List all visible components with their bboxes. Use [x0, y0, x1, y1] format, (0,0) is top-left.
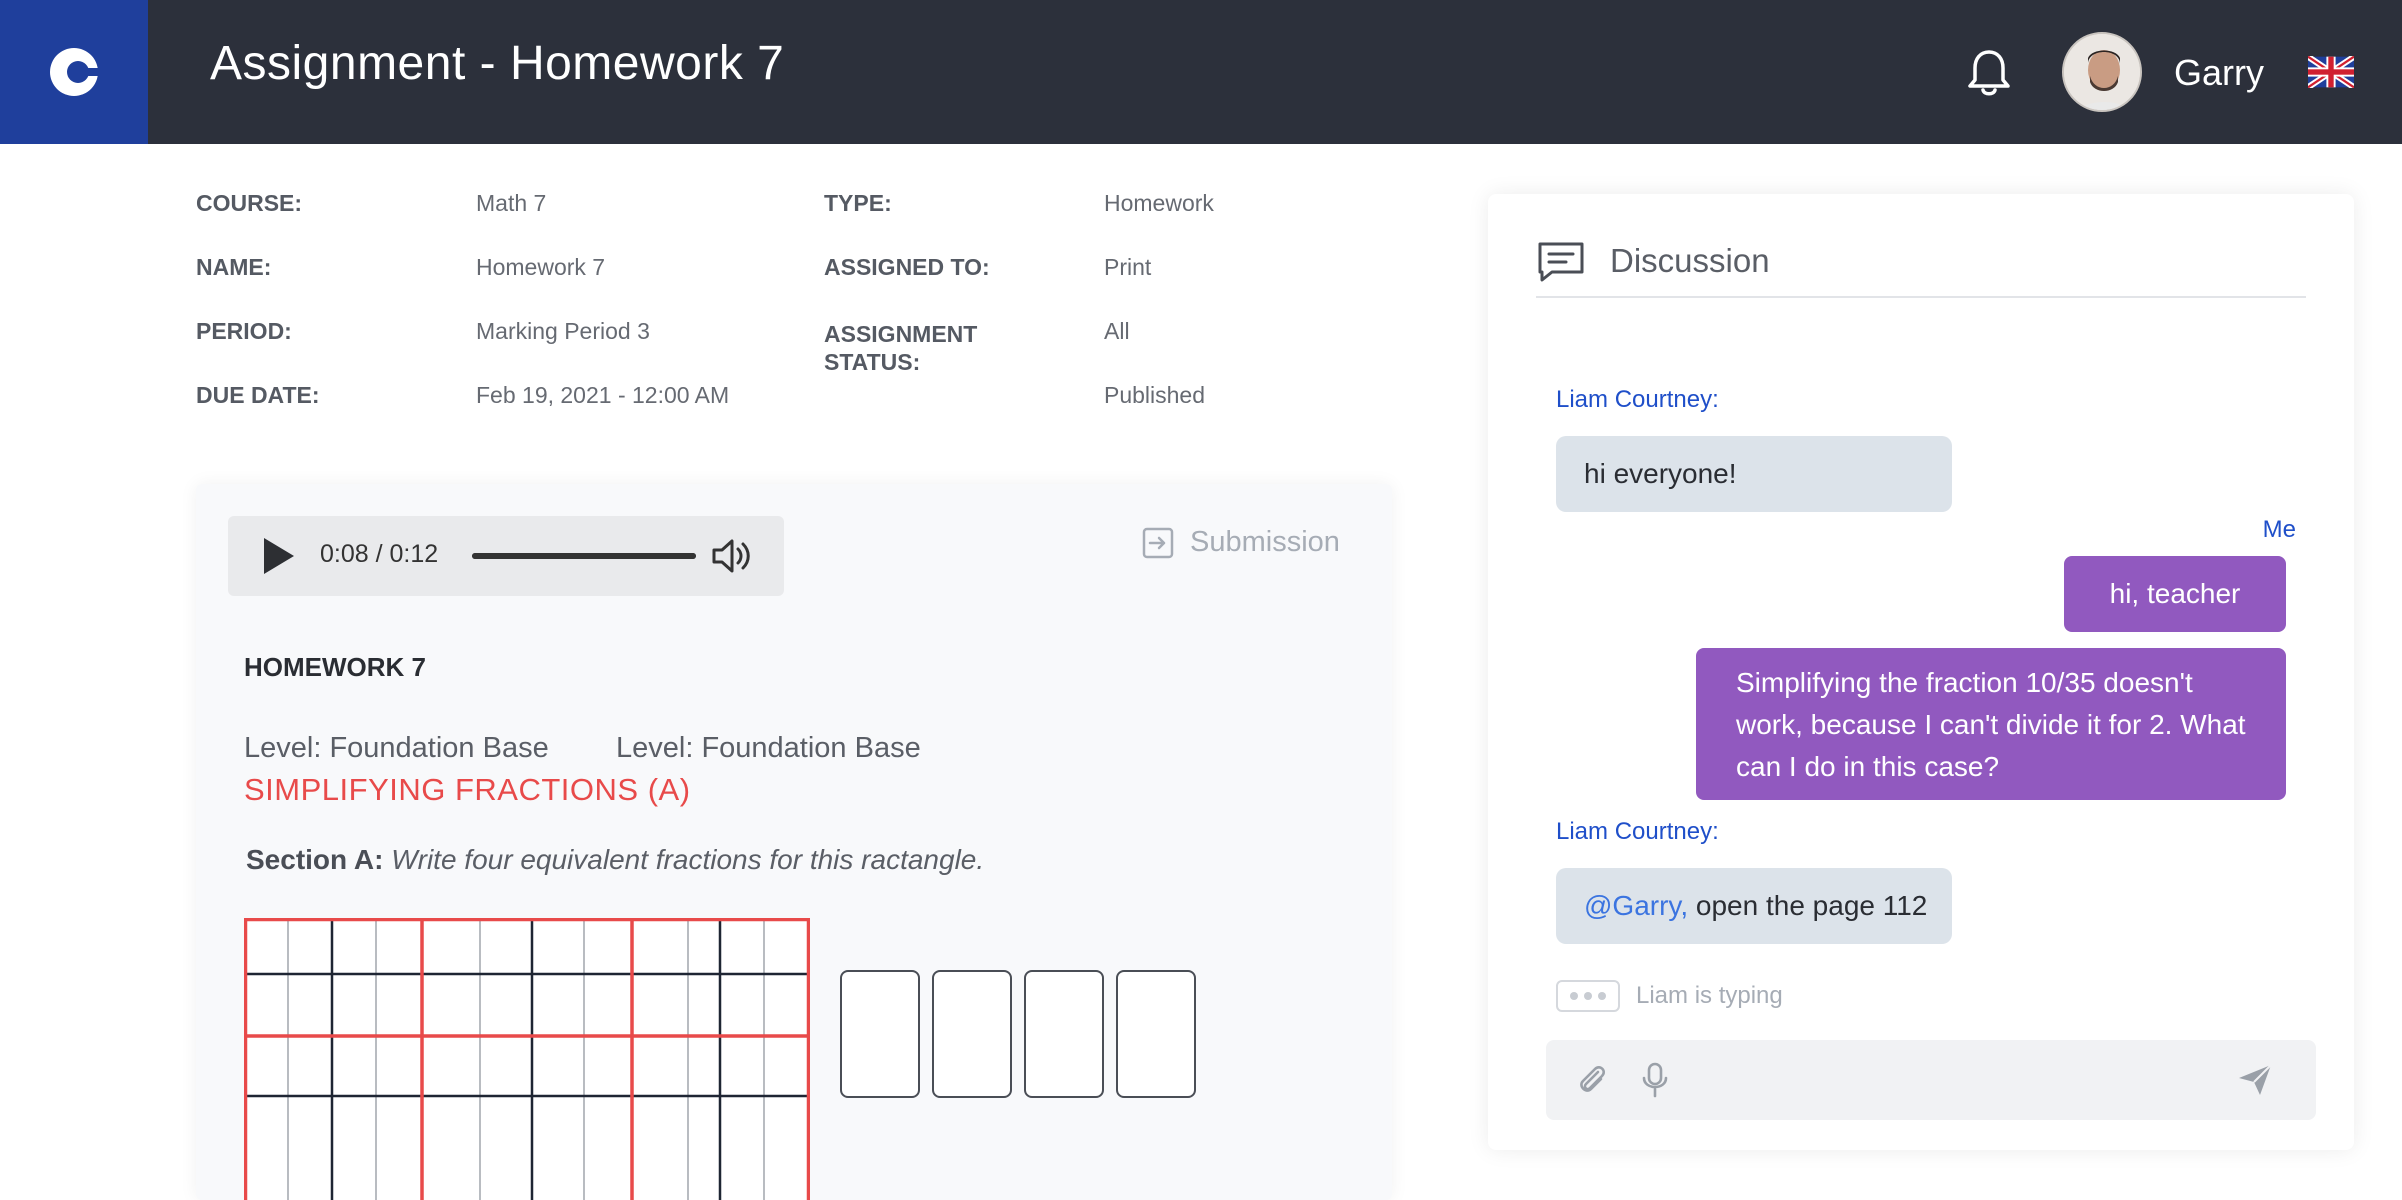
message-bubble-own: hi, teacher	[2064, 556, 2286, 632]
assigned-to-value: Print	[1104, 254, 1152, 280]
chat-icon	[1538, 242, 1584, 282]
message-input[interactable]	[1696, 1060, 2216, 1100]
period-label: PERIOD:	[196, 318, 292, 344]
course-value: Math 7	[476, 190, 547, 216]
answer-box-1[interactable]	[840, 970, 920, 1098]
section-label: Section A:	[246, 844, 384, 875]
typing-indicator-icon	[1556, 980, 1620, 1012]
page-title: Assignment - Homework 7	[210, 37, 785, 90]
top-bar: Assignment - Homework 7 Garry	[0, 0, 2402, 144]
message-bubble: hi everyone!	[1556, 436, 1952, 512]
uk-flag-icon[interactable]	[2308, 56, 2354, 88]
audio-progress-track[interactable]	[472, 553, 696, 559]
audio-progress-fill	[472, 553, 696, 559]
answer-box-4[interactable]	[1116, 970, 1196, 1098]
discussion-header: Discussion	[1536, 240, 2306, 298]
submit-arrow-icon	[1142, 527, 1174, 558]
due-date-value: Feb 19, 2021 - 12:00 AM	[476, 382, 730, 408]
send-icon[interactable]	[2236, 1062, 2274, 1098]
message-sender-me: Me	[2262, 516, 2296, 543]
answer-box-2[interactable]	[932, 970, 1012, 1098]
level-label-2: Level: Foundation Base	[616, 732, 921, 764]
due-date-label: DUE DATE:	[196, 382, 320, 408]
typing-status: Liam is typing	[1636, 982, 1783, 1009]
homework-title: HOMEWORK 7	[244, 652, 426, 682]
audio-time: 0:08 / 0:12	[320, 540, 439, 568]
submission-label: Submission	[1190, 526, 1340, 558]
volume-icon[interactable]	[710, 536, 754, 576]
microphone-icon[interactable]	[1640, 1062, 1670, 1098]
attach-icon[interactable]	[1574, 1062, 1610, 1098]
type-value: Homework	[1104, 190, 1214, 216]
section-text: Write four equivalent fractions for this…	[391, 844, 985, 875]
play-icon[interactable]	[264, 538, 294, 574]
course-label: COURSE:	[196, 190, 303, 216]
message-bubble-own: Simplifying the fraction 10/35 doesn't w…	[1696, 648, 2286, 800]
logo-icon	[50, 48, 104, 96]
topic-title: SIMPLIFYING FRACTIONS (A)	[244, 772, 691, 807]
avatar-image	[2064, 34, 2140, 110]
message-sender: Liam Courtney:	[1556, 386, 1719, 413]
homework-card: 0:08 / 0:12 Submission HOMEWORK 7 Level:…	[196, 484, 1392, 1200]
period-value: Marking Period 3	[476, 318, 650, 344]
level-label-1: Level: Foundation Base	[244, 732, 549, 764]
discussion-panel: Discussion Liam Courtney: hi everyone! M…	[1488, 194, 2354, 1150]
audio-player: 0:08 / 0:12	[228, 516, 784, 596]
message-bubble: @Garry, open the page 112	[1556, 868, 1952, 944]
user-name[interactable]: Garry	[2174, 52, 2264, 94]
discussion-title: Discussion	[1610, 242, 1770, 279]
message-sender: Liam Courtney:	[1556, 818, 1719, 845]
logo[interactable]	[0, 0, 148, 144]
answer-box-3[interactable]	[1024, 970, 1104, 1098]
assignment-status-value: All	[1104, 318, 1130, 344]
name-label: NAME:	[196, 254, 272, 280]
assignment-status-label: ASSIGNMENT STATUS:	[824, 321, 978, 375]
submission-button[interactable]: Submission	[1142, 526, 1340, 559]
fraction-grid	[244, 918, 810, 1200]
name-value: Homework 7	[476, 254, 606, 280]
assigned-to-label: ASSIGNED TO:	[824, 254, 990, 280]
user-mention[interactable]: @Garry,	[1584, 890, 1688, 922]
section-instruction: Section A: Write four equivalent fractio…	[246, 844, 984, 876]
bell-icon[interactable]	[1966, 48, 2012, 98]
type-label: TYPE:	[824, 190, 892, 216]
message-text: open the page 112	[1688, 890, 1928, 921]
publish-status-value: Published	[1104, 382, 1206, 408]
message-composer	[1546, 1040, 2316, 1120]
avatar[interactable]	[2062, 32, 2142, 112]
